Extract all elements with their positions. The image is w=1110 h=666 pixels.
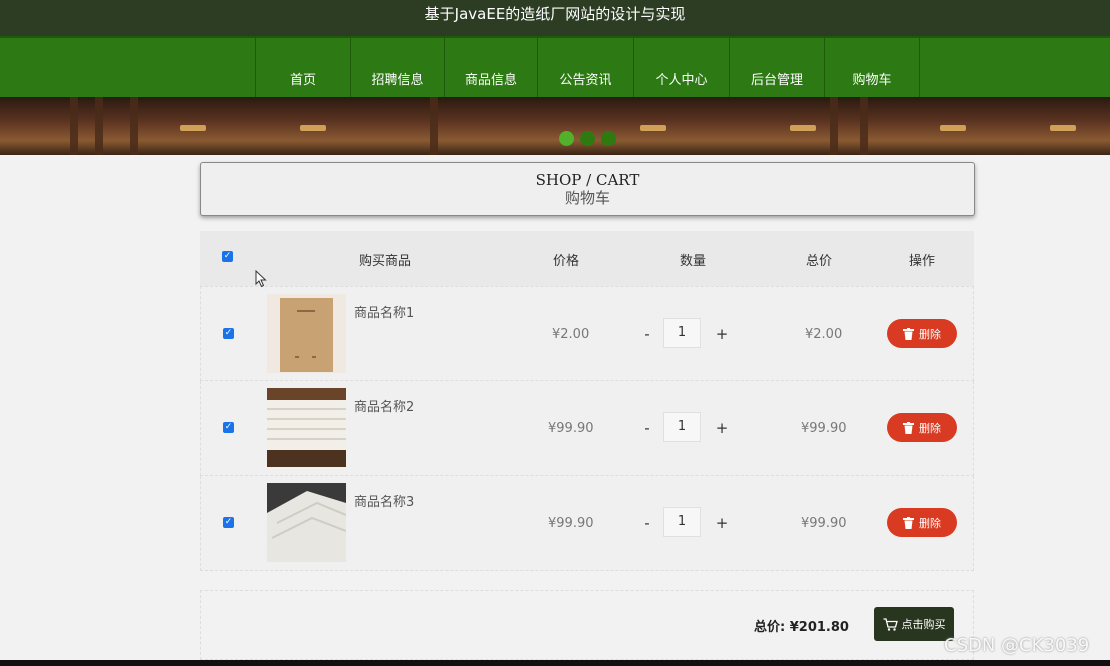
delete-label: 删除: [919, 516, 941, 530]
trash-icon: [903, 327, 914, 340]
product-thumbnail[interactable]: [267, 483, 346, 562]
nav-item-admin[interactable]: 后台管理: [729, 38, 824, 99]
delete-label: 删除: [919, 327, 941, 341]
row-total: ¥99.90: [801, 421, 847, 436]
total-label: 总价:: [754, 620, 790, 635]
cart-icon: [883, 617, 898, 631]
header-total: 总价: [806, 254, 833, 269]
qty-decrease-button[interactable]: -: [637, 419, 657, 437]
site-title: 基于JavaEE的造纸厂网站的设计与实现: [424, 5, 686, 23]
carousel-dot-2[interactable]: [580, 131, 595, 146]
product-name[interactable]: 商品名称3: [354, 491, 414, 510]
carousel-dot-3[interactable]: [601, 131, 616, 146]
nav-item-products[interactable]: 商品信息: [444, 38, 537, 99]
nav-item-home[interactable]: 首页: [255, 38, 350, 99]
carousel-dot-1[interactable]: [559, 131, 574, 146]
cart-total: 总价: ¥201.80: [754, 616, 849, 635]
qty-increase-button[interactable]: +: [712, 514, 732, 532]
qty-increase-button[interactable]: +: [712, 325, 732, 343]
qty-input[interactable]: 1: [663, 412, 701, 442]
select-all-checkbox[interactable]: ✓: [222, 251, 233, 262]
total-value: ¥201.80: [789, 620, 849, 635]
mouse-cursor-icon: [255, 270, 267, 288]
page-title-cn: 购物车: [564, 189, 610, 207]
delete-label: 删除: [919, 421, 941, 435]
product-price: ¥99.90: [548, 516, 594, 531]
buy-label: 点击购买: [901, 618, 946, 631]
row-total: ¥99.90: [801, 516, 847, 531]
bottom-bar: [0, 660, 1110, 666]
delete-button[interactable]: 删除: [887, 413, 957, 442]
row-checkbox[interactable]: ✓: [223, 328, 234, 339]
page-title-box: SHOP / CART 购物车: [200, 162, 975, 216]
product-price: ¥99.90: [548, 421, 594, 436]
row-checkbox[interactable]: ✓: [223, 422, 234, 433]
header-product: 购买商品: [359, 254, 412, 269]
qty-decrease-button[interactable]: -: [637, 325, 657, 343]
row-checkbox[interactable]: ✓: [223, 517, 234, 528]
product-name[interactable]: 商品名称1: [354, 302, 414, 321]
delete-button[interactable]: 删除: [887, 319, 957, 348]
nav-item-profile[interactable]: 个人中心: [633, 38, 729, 99]
row-total: ¥2.00: [805, 327, 843, 342]
banner-carousel: [0, 97, 1110, 155]
cart-table-header: ✓ 购买商品 价格 数量 总价 操作: [200, 231, 974, 286]
qty-decrease-button[interactable]: -: [637, 514, 657, 532]
cart-table: ✓ 购买商品 价格 数量 总价 操作 ✓ 商品名称1 ¥2.00 - 1 + ¥…: [200, 231, 974, 571]
nav-item-jobs[interactable]: 招聘信息: [350, 38, 444, 99]
watermark: CSDN @CK3039: [944, 635, 1090, 656]
product-name[interactable]: 商品名称2: [354, 396, 414, 415]
nav-item-announcements[interactable]: 公告资讯: [537, 38, 633, 99]
cart-row: ✓ 商品名称3 ¥99.90 - 1 + ¥99.90 删除: [200, 476, 974, 571]
main-nav: 首页 招聘信息 商品信息 公告资讯 个人中心 后台管理 购物车: [0, 36, 1110, 99]
carousel-dots: [559, 131, 616, 146]
product-thumbnail[interactable]: [267, 294, 346, 373]
header-action: 操作: [909, 254, 936, 269]
qty-input[interactable]: 1: [663, 318, 701, 348]
product-thumbnail[interactable]: [267, 388, 346, 467]
delete-button[interactable]: 删除: [887, 508, 957, 537]
product-price: ¥2.00: [552, 327, 590, 342]
trash-icon: [903, 516, 914, 529]
nav-item-cart[interactable]: 购物车: [824, 38, 920, 99]
cart-row: ✓ 商品名称1 ¥2.00 - 1 + ¥2.00 删除: [200, 286, 974, 381]
page-title-en: SHOP / CART: [535, 171, 640, 189]
trash-icon: [903, 421, 914, 434]
site-header: 基于JavaEE的造纸厂网站的设计与实现: [0, 0, 1110, 36]
header-quantity: 数量: [680, 254, 707, 269]
qty-input[interactable]: 1: [663, 507, 701, 537]
buy-button[interactable]: 点击购买: [874, 607, 954, 641]
cart-summary: 总价: ¥201.80 点击购买: [200, 590, 974, 660]
qty-increase-button[interactable]: +: [712, 419, 732, 437]
cart-row: ✓ 商品名称2 ¥99.90 - 1 + ¥99.90 删除: [200, 381, 974, 476]
header-price: 价格: [553, 254, 580, 269]
